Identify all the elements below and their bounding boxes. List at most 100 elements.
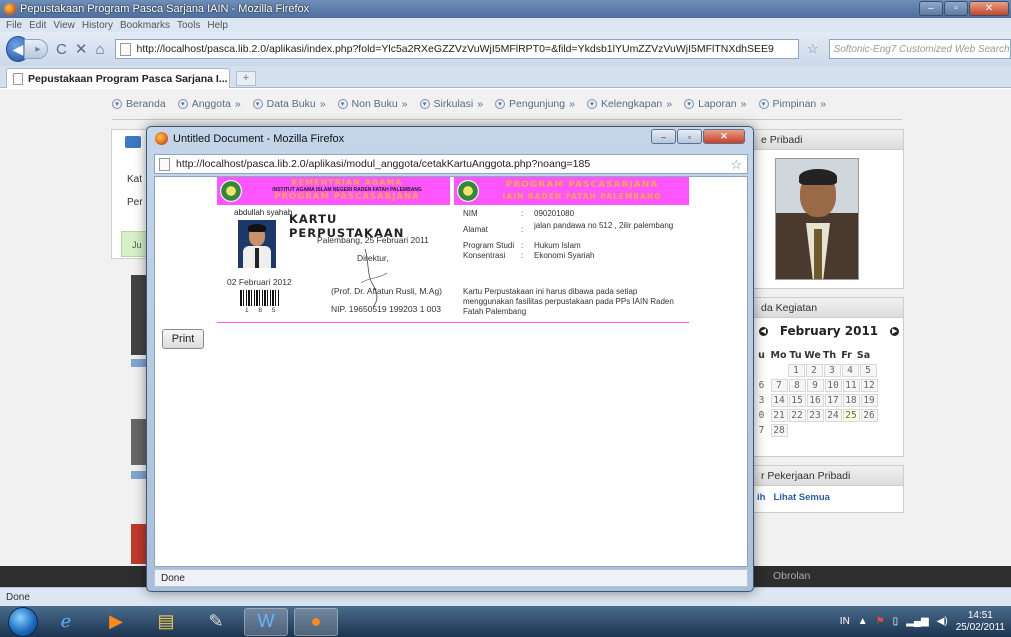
calendar-date[interactable]: 19 xyxy=(860,394,878,407)
home-icon[interactable]: ⌂ xyxy=(95,41,104,58)
nav-data-buku[interactable]: ▾ Data Buku» xyxy=(252,98,326,110)
search-field[interactable]: Softonic-Eng7 Customized Web Search xyxy=(828,39,1011,59)
bookmark-star-icon[interactable]: ☆ xyxy=(807,41,819,57)
prev-month-icon[interactable]: ◀ xyxy=(758,326,768,336)
calendar-date[interactable]: 14 xyxy=(770,394,788,407)
maximize-button[interactable]: ▫ xyxy=(944,1,968,16)
info-label: Konsentrasi xyxy=(463,251,506,260)
calendar-date[interactable]: 3 xyxy=(823,364,841,377)
work-panel: r Pekerjaan Pribadi ih Lihat Semua xyxy=(752,465,904,513)
nav-laporan[interactable]: ▾ Laporan» xyxy=(684,98,747,110)
calendar-date[interactable]: 26 xyxy=(860,409,878,422)
calendar-date[interactable]: 15 xyxy=(788,394,806,407)
network-icon[interactable]: ▂▄▆ xyxy=(906,616,928,627)
nav-non-buku[interactable]: ▾ Non Buku» xyxy=(337,98,408,110)
calendar-date[interactable]: 28 xyxy=(770,424,788,437)
menu-tools[interactable]: Tools xyxy=(177,20,200,31)
menu-edit[interactable]: Edit xyxy=(29,20,46,31)
menu-view[interactable]: View xyxy=(53,20,75,31)
calendar-month: February 2011 xyxy=(779,324,879,338)
menu-bookmarks[interactable]: Bookmarks xyxy=(120,20,170,31)
close-button[interactable]: ✕ xyxy=(969,1,1009,16)
info-label: Alamat xyxy=(463,225,488,234)
popup-close-button[interactable]: ✕ xyxy=(703,129,745,144)
tray-expand-icon[interactable]: ▲ xyxy=(858,616,868,627)
popup-url-bar[interactable]: http://localhost/pasca.lib.2.0/aplikasi/… xyxy=(154,154,748,174)
flag-icon[interactable]: ⚑ xyxy=(876,616,885,627)
minimize-button[interactable]: – xyxy=(919,1,943,16)
calendar-date[interactable]: 24 xyxy=(824,409,842,422)
internet-explorer-icon[interactable]: e xyxy=(44,608,88,636)
profile-photo xyxy=(775,158,859,280)
calendar-date[interactable]: 1 xyxy=(787,364,805,377)
media-player-icon[interactable]: ▶ xyxy=(94,608,138,636)
stop-icon[interactable]: ✕ xyxy=(75,40,88,58)
calendar-date[interactable]: 21 xyxy=(770,409,788,422)
lihat-semua-link[interactable]: Lihat Semua xyxy=(773,492,830,503)
submenu-arrow: » xyxy=(401,98,408,110)
work-link[interactable]: ih xyxy=(757,492,765,503)
calendar-date[interactable]: 23 xyxy=(806,409,824,422)
bookmark-star-icon[interactable]: ☆ xyxy=(730,157,742,173)
nav-label: Beranda xyxy=(126,98,166,110)
menu-help[interactable]: Help xyxy=(207,20,228,31)
nav-anggota[interactable]: ▾ Anggota» xyxy=(177,98,241,110)
info-row-prodi: Program Studi : Hukum Islam xyxy=(463,241,685,251)
chevron-down-icon: ▾ xyxy=(177,99,188,109)
photo-detail xyxy=(799,169,837,185)
calendar-date[interactable]: 8 xyxy=(788,379,806,392)
popup-content: KEMENTRIAN AGAMA INSTITUT AGAMA ISLAM NE… xyxy=(154,176,748,567)
print-button[interactable]: Print xyxy=(162,329,204,349)
banner-program: PROGRAM PASCASARJANA xyxy=(274,192,420,202)
url-bar[interactable]: http://localhost/pasca.lib.2.0/aplikasi/… xyxy=(114,39,799,59)
calendar-date[interactable]: 9 xyxy=(806,379,824,392)
folder-icon[interactable]: ▤ xyxy=(144,608,188,636)
calendar-date[interactable]: 11 xyxy=(842,379,860,392)
profile-panel: e Pribadi xyxy=(752,129,904,289)
calendar-date[interactable]: 2 xyxy=(805,364,823,377)
calendar-date[interactable]: 22 xyxy=(788,409,806,422)
calendar-date[interactable]: 10 xyxy=(824,379,842,392)
nav-pimpinan[interactable]: ▾ Pimpinan» xyxy=(758,98,827,110)
next-month-icon[interactable]: ▶ xyxy=(890,326,900,336)
tool-icon[interactable]: ✎ xyxy=(194,608,238,636)
popup-minimize-button[interactable]: – xyxy=(651,129,676,144)
clock[interactable]: 14:51 25/02/2011 xyxy=(956,610,1005,634)
menu-file[interactable]: File xyxy=(6,20,22,31)
tab-page-icon xyxy=(13,72,23,85)
info-value: 090201080 xyxy=(534,209,575,218)
calendar-date[interactable]: 6 xyxy=(753,380,770,391)
calendar-date[interactable]: 16 xyxy=(806,394,824,407)
tab-main[interactable]: Pepustakaan Program Pasca Sarjana I... xyxy=(6,68,230,88)
calendar-date[interactable]: 0 xyxy=(753,410,770,421)
submenu-arrow: » xyxy=(820,98,827,110)
language-indicator[interactable]: IN xyxy=(840,616,850,627)
new-tab-button[interactable]: + xyxy=(236,71,256,86)
nav-label: Sirkulasi xyxy=(433,98,474,110)
volume-icon[interactable]: ◀) xyxy=(937,616,948,627)
calendar-date[interactable]: 7 xyxy=(753,425,770,436)
calendar-date[interactable]: 18 xyxy=(842,394,860,407)
calendar-date[interactable]: 25 xyxy=(842,409,860,422)
word-icon[interactable]: W xyxy=(244,607,288,636)
start-button[interactable] xyxy=(8,606,38,637)
calendar-date[interactable]: 5 xyxy=(859,364,877,377)
monitor-icon[interactable]: ▯ xyxy=(893,616,899,627)
signatory-nip: NIP. 19650519 199203 1 003 xyxy=(331,304,441,314)
nav-kelengkapan[interactable]: ▾ Kelengkapan» xyxy=(586,98,672,110)
firefox-taskbar-icon[interactable]: ● xyxy=(294,607,338,636)
forward-button[interactable]: ▸ xyxy=(23,39,49,59)
nav-beranda[interactable]: ▾ Beranda xyxy=(112,98,166,110)
chat-link[interactable]: Obrolan xyxy=(773,570,810,582)
calendar-date[interactable]: 4 xyxy=(841,364,859,377)
calendar-date[interactable]: 3 xyxy=(753,395,770,406)
url-text: http://localhost/pasca.lib.2.0/aplikasi/… xyxy=(136,43,774,55)
nav-sirkulasi[interactable]: ▾ Sirkulasi» xyxy=(419,98,483,110)
popup-maximize-button[interactable]: ▫ xyxy=(677,129,702,144)
calendar-date[interactable]: 7 xyxy=(770,379,788,392)
calendar-date[interactable]: 17 xyxy=(824,394,842,407)
nav-pengunjung[interactable]: ▾ Pengunjung» xyxy=(495,98,575,110)
calendar-date[interactable]: 12 xyxy=(860,379,878,392)
reload-icon[interactable]: C xyxy=(56,41,67,58)
menu-history[interactable]: History xyxy=(82,20,113,31)
